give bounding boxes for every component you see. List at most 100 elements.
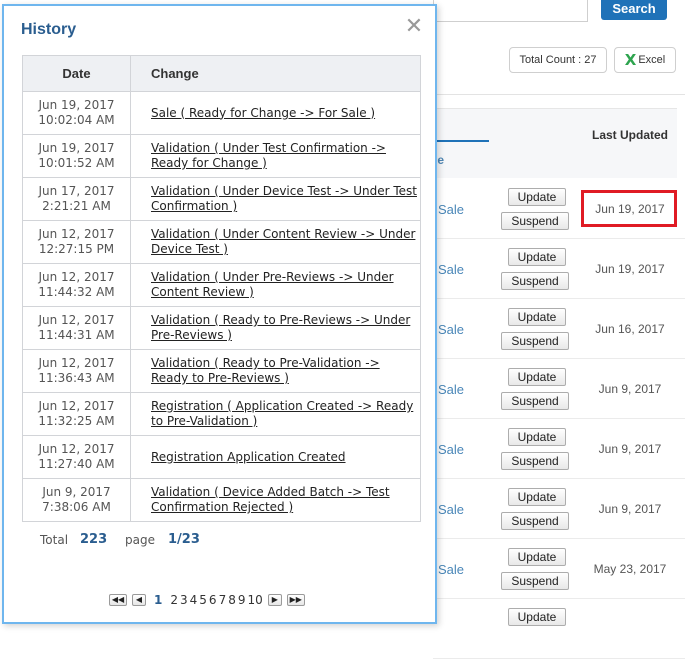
column-header-change: Change — [130, 55, 421, 92]
history-date: Jun 19, 2017 10:02:04 AM — [22, 91, 131, 135]
change-link[interactable]: Validation ( Ready to Pre-Reviews -> Und… — [151, 313, 410, 342]
suspend-button[interactable]: Suspend — [501, 452, 569, 470]
page-number-link[interactable]: 4 — [190, 593, 198, 607]
history-date-time: 11:36:43 AM — [38, 371, 115, 385]
history-date: Jun 17, 2017 2:21:21 AM — [22, 177, 131, 221]
table-row: Update — [433, 599, 685, 659]
last-page-button[interactable]: ▶▶ — [286, 594, 305, 606]
history-change: Registration ( Application Created -> Re… — [130, 392, 421, 436]
history-date-time: 10:02:04 AM — [38, 113, 115, 127]
update-button[interactable]: Update — [508, 188, 566, 206]
history-date-time: 11:32:25 AM — [38, 414, 115, 428]
table-row: Sale Update Suspend Jun 9, 2017 — [433, 359, 685, 419]
history-date-day: Jun 12, 2017 — [38, 270, 115, 284]
history-date-day: Jun 12, 2017 — [38, 356, 115, 370]
first-page-button[interactable]: ◀◀ — [109, 594, 127, 606]
suspend-button[interactable]: Suspend — [501, 212, 569, 230]
update-button[interactable]: Update — [508, 368, 566, 386]
history-date-day: Jun 19, 2017 — [38, 141, 115, 155]
excel-export-button[interactable]: X Excel — [614, 47, 676, 73]
table-row: Jun 12, 2017 12:27:15 PM Validation ( Unde… — [22, 220, 421, 264]
table-row: Jun 12, 2017 11:44:31 AM Validation ( Read… — [22, 306, 421, 350]
suspend-button[interactable]: Suspend — [501, 572, 569, 590]
last-updated-date: Jun 16, 2017 — [595, 322, 665, 336]
page-number-link[interactable]: 7 — [219, 593, 227, 607]
table-row: Jun 12, 2017 11:27:40 AM Registration Appl… — [22, 435, 421, 479]
history-date-time: 11:27:40 AM — [38, 457, 115, 471]
change-link[interactable]: Registration Application Created — [151, 450, 346, 464]
history-change: Registration Application Created — [130, 435, 421, 479]
history-date-time: 12:27:15 PM — [38, 242, 115, 256]
suspend-button[interactable]: Suspend — [501, 392, 569, 410]
history-date-day: Jun 12, 2017 — [38, 399, 115, 413]
history-date: Jun 12, 2017 11:44:31 AM — [22, 306, 131, 350]
change-link[interactable]: Validation ( Under Device Test -> Under … — [151, 184, 417, 213]
next-page-button[interactable]: ▶ — [267, 594, 282, 606]
history-change: Validation ( Under Pre-Reviews -> Under … — [130, 263, 421, 307]
history-change: Validation ( Ready to Pre-Reviews -> Und… — [130, 306, 421, 350]
change-link[interactable]: Validation ( Ready to Pre-Validation -> … — [151, 356, 380, 385]
update-button[interactable]: Update — [508, 428, 566, 446]
table-header — [433, 108, 677, 178]
history-date-day: Jun 9, 2017 — [42, 485, 111, 499]
status-text: Sale — [438, 322, 465, 337]
history-date: Jun 12, 2017 11:32:25 AM — [22, 392, 131, 436]
column-header-date: Date — [22, 55, 131, 92]
update-button[interactable]: Update — [508, 248, 566, 266]
page-number-current[interactable]: 1 — [154, 593, 162, 607]
active-column-underline — [433, 140, 489, 142]
table-row: Jun 19, 2017 10:01:52 AM Validation ( Unde… — [22, 134, 421, 178]
history-change: Sale ( Ready for Change -> For Sale ) — [130, 91, 421, 135]
history-date: Jun 12, 2017 11:44:32 AM — [22, 263, 131, 307]
change-link[interactable]: Validation ( Under Pre-Reviews -> Under … — [151, 270, 394, 299]
change-link[interactable]: Sale ( Ready for Change -> For Sale ) — [151, 106, 375, 120]
update-button[interactable]: Update — [508, 488, 566, 506]
last-updated-date: Jun 9, 2017 — [598, 502, 662, 516]
search-button[interactable]: Search — [601, 0, 667, 20]
change-link[interactable]: Validation ( Under Content Review -> Und… — [151, 227, 415, 256]
update-button[interactable]: Update — [508, 548, 566, 566]
excel-icon: X — [624, 51, 637, 69]
search-input[interactable] — [433, 0, 588, 22]
last-updated-date: Jun 19, 2017 — [595, 262, 665, 276]
table-row: Sale Update Suspend Jun 16, 2017 — [433, 299, 685, 359]
table-row: Jun 12, 2017 11:36:43 AM Validation ( Read… — [22, 349, 421, 393]
history-change: Validation ( Device Added Batch -> Test … — [130, 478, 421, 522]
page-number-link[interactable]: 9 — [238, 593, 246, 607]
suspend-button[interactable]: Suspend — [501, 512, 569, 530]
divider — [433, 94, 685, 95]
pagination: ◀◀ ◀ 1 2 3 4 5 6 7 8 9 10 ▶ ▶▶ — [109, 593, 310, 607]
history-date: Jun 9, 2017 7:38:06 AM — [22, 478, 131, 522]
suspend-button[interactable]: Suspend — [501, 272, 569, 290]
page-number-link[interactable]: 6 — [209, 593, 217, 607]
prev-page-button[interactable]: ◀ — [132, 594, 146, 606]
page-number-link[interactable]: 10 — [247, 593, 262, 607]
page-number-link[interactable]: 8 — [228, 593, 236, 607]
change-link[interactable]: Registration ( Application Created -> Re… — [151, 399, 413, 428]
status-text: Sale — [438, 262, 465, 277]
last-updated-date: Jun 9, 2017 — [598, 382, 662, 396]
modal-title: History — [21, 21, 77, 38]
column-header-last-updated[interactable]: Last Updated — [588, 129, 672, 142]
last-updated-date: May 23, 2017 — [593, 562, 667, 576]
status-text: Sale — [438, 442, 465, 457]
history-date: Jun 12, 2017 11:27:40 AM — [22, 435, 131, 479]
history-date-time: 11:44:31 AM — [38, 328, 115, 342]
history-change: Validation ( Ready to Pre-Validation -> … — [130, 349, 421, 393]
page-number-link[interactable]: 2 — [170, 593, 178, 607]
page-number-link[interactable]: 5 — [199, 593, 207, 607]
page-number-link[interactable]: 3 — [180, 593, 188, 607]
history-date-day: Jun 17, 2017 — [38, 184, 115, 198]
update-button[interactable]: Update — [508, 308, 566, 326]
suspend-button[interactable]: Suspend — [501, 332, 569, 350]
total-label: Total — [40, 533, 69, 547]
table-row: Sale Update Suspend Jun 19, 2017 — [433, 239, 685, 299]
history-date-day: Jun 19, 2017 — [38, 98, 115, 112]
change-link[interactable]: Validation ( Device Added Batch -> Test … — [151, 485, 390, 514]
table-row: Jun 9, 2017 7:38:06 AM Validation ( Device… — [22, 478, 421, 522]
close-icon[interactable]: ✕ — [404, 16, 424, 38]
table-row: Sale Update Suspend May 23, 2017 — [433, 539, 685, 599]
update-button[interactable]: Update — [508, 608, 566, 626]
history-date: Jun 12, 2017 12:27:15 PM — [22, 220, 131, 264]
change-link[interactable]: Validation ( Under Test Confirmation -> … — [151, 141, 386, 170]
